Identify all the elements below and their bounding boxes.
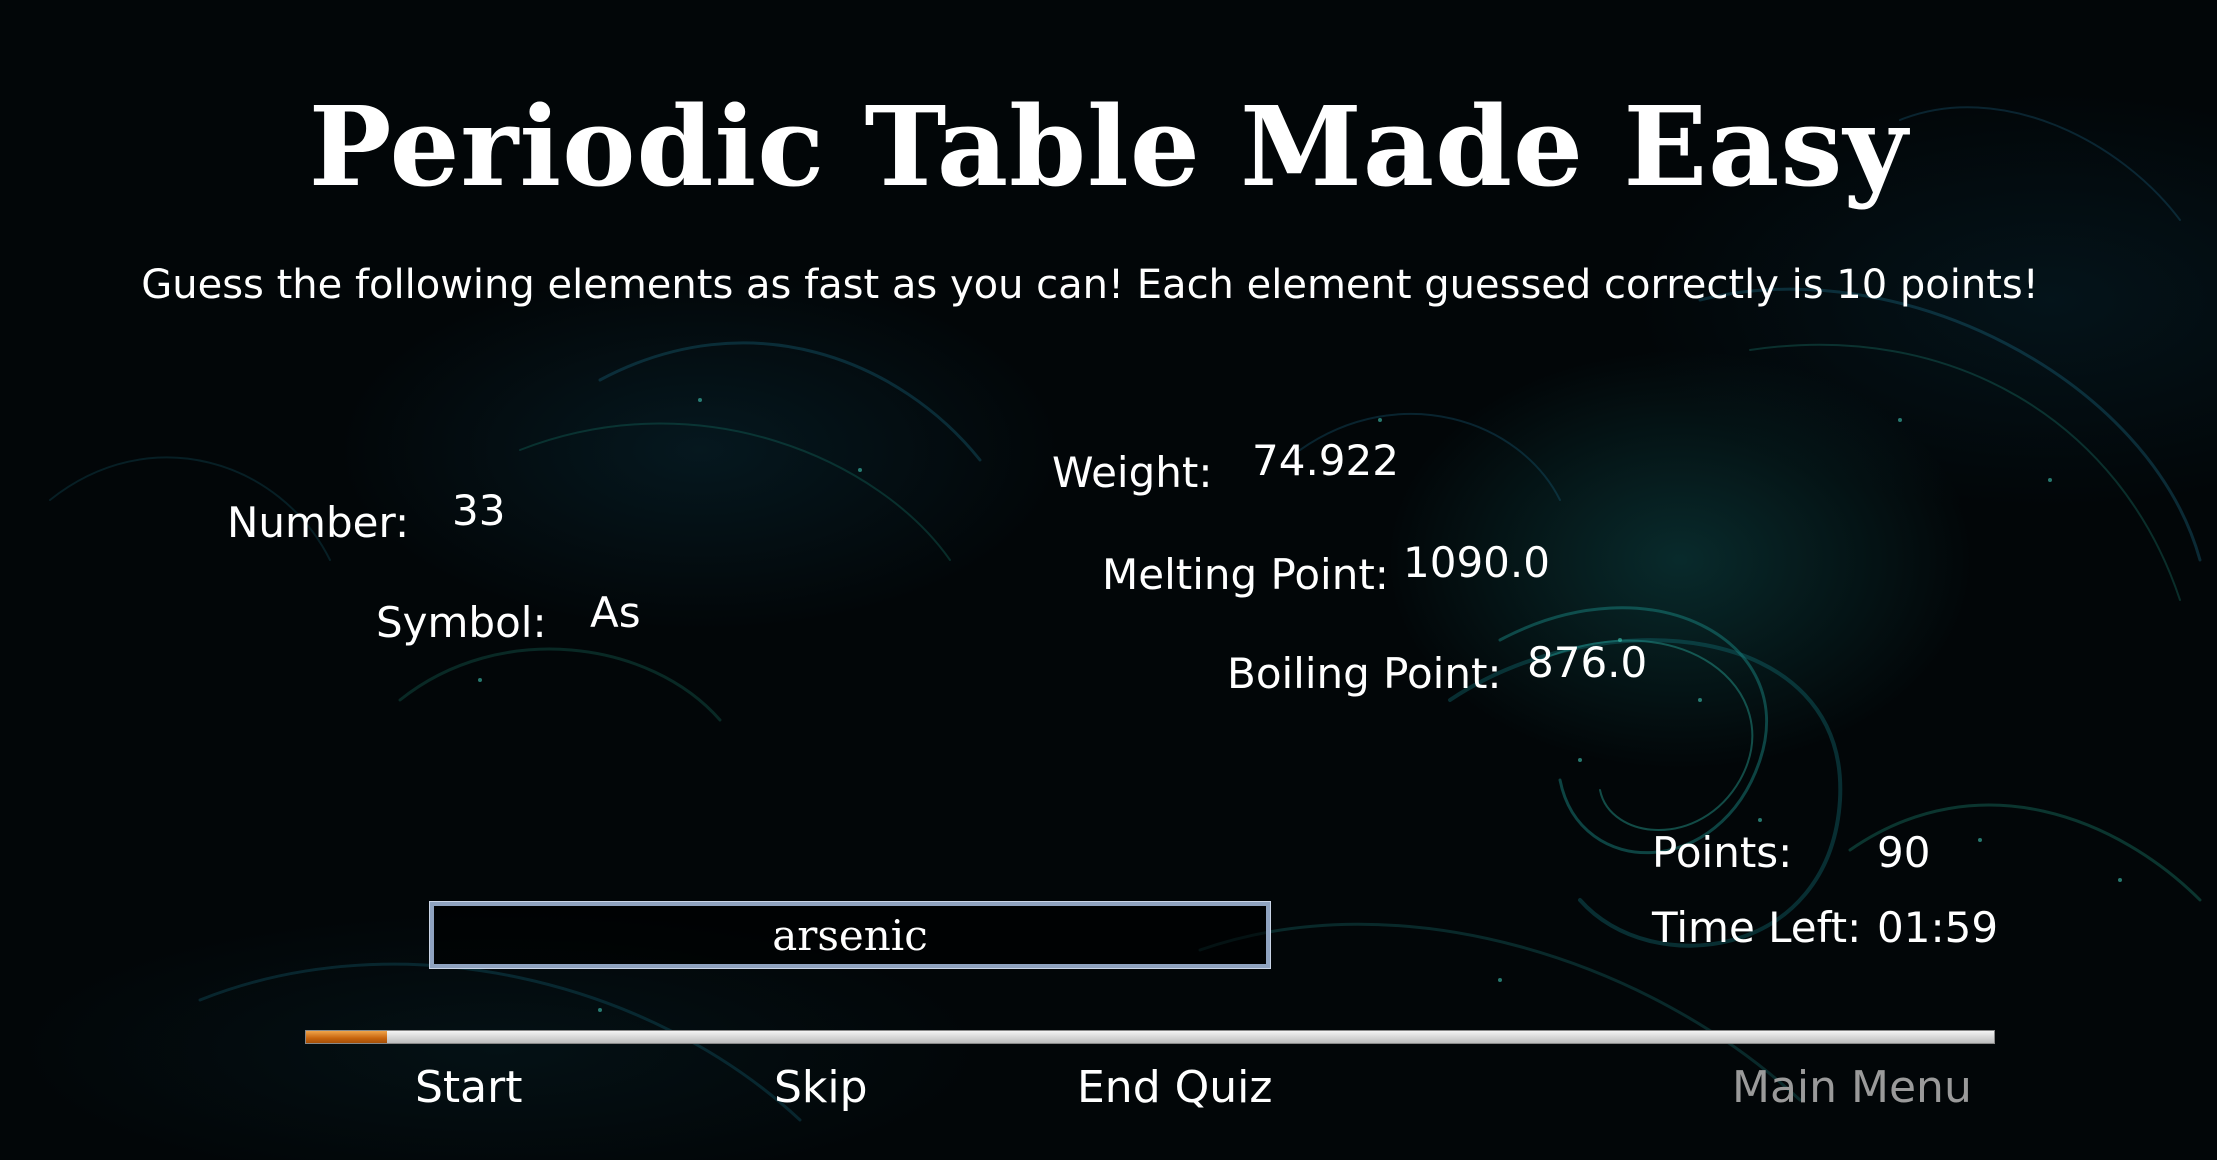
answer-field[interactable] xyxy=(429,901,1271,969)
weight-value: 74.922 xyxy=(1252,436,1399,485)
time-left-value: 01:59 xyxy=(1877,903,1999,952)
time-progress-fill xyxy=(306,1031,388,1043)
points-value: 90 xyxy=(1877,828,1931,877)
number-value: 33 xyxy=(452,486,506,535)
boiling-point-value: 876.0 xyxy=(1527,638,1648,687)
symbol-label: Symbol: xyxy=(376,598,547,647)
instructions-text: Guess the following elements as fast as … xyxy=(141,262,2039,308)
symbol-value: As xyxy=(590,588,641,637)
melting-point-label: Melting Point: xyxy=(1102,550,1389,599)
page-title: Periodic Table Made Easy xyxy=(308,82,1909,211)
quiz-window: Periodic Table Made Easy Guess the follo… xyxy=(0,0,2217,1160)
number-label: Number: xyxy=(227,498,410,547)
start-button[interactable]: Start xyxy=(415,1062,523,1113)
points-label: Points: xyxy=(1652,828,1793,877)
time-left-label: Time Left: xyxy=(1652,903,1862,952)
answer-input[interactable] xyxy=(434,906,1266,964)
skip-button[interactable]: Skip xyxy=(774,1062,868,1113)
time-progress-bar xyxy=(305,1030,1995,1044)
main-menu-button[interactable]: Main Menu xyxy=(1732,1062,1972,1113)
end-quiz-button[interactable]: End Quiz xyxy=(1077,1062,1272,1113)
boiling-point-label: Boiling Point: xyxy=(1227,649,1502,698)
melting-point-value: 1090.0 xyxy=(1403,538,1550,587)
weight-label: Weight: xyxy=(1052,448,1213,497)
